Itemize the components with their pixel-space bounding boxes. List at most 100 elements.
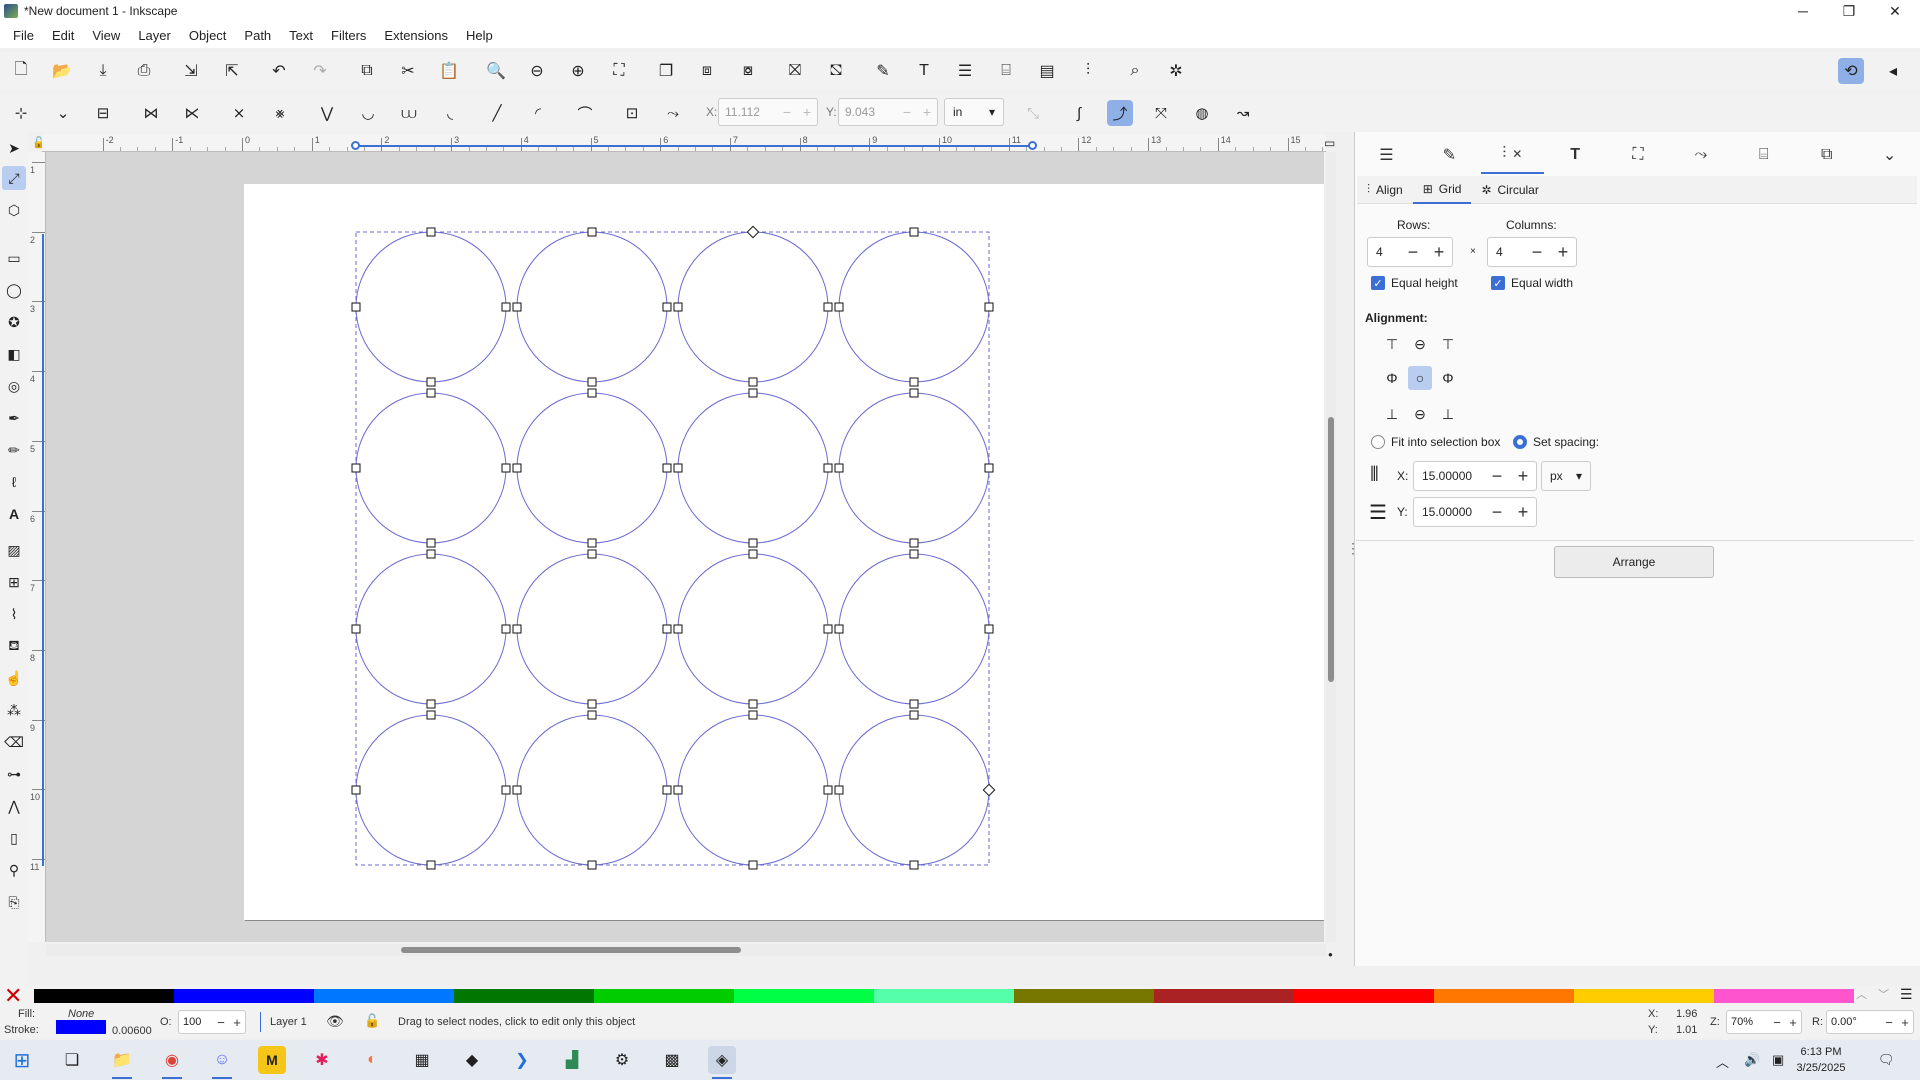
node-handle[interactable] [426,549,436,559]
node-handle[interactable] [823,624,833,634]
align-middle-right-icon[interactable]: Φ [1436,366,1460,390]
node-handle[interactable] [587,710,597,720]
measure-tool-icon[interactable]: ▯ [2,826,26,850]
text-font-tab-icon[interactable]: T [1544,136,1607,174]
node-handle[interactable] [909,860,919,870]
chart-app-icon[interactable]: ▟ [558,1046,586,1074]
columns-increment-button[interactable]: + [1550,242,1576,263]
zoom-width-icon[interactable]: ⛶ [606,58,632,84]
palette-swatch[interactable] [34,989,174,1003]
node-handle[interactable] [823,785,833,795]
auto-smooth-node-icon[interactable]: ◟ [437,100,463,126]
node-handle[interactable] [501,463,511,473]
opacity-input[interactable]: 100 − + [178,1010,246,1034]
circle-path[interactable] [677,714,829,866]
show-clip-icon[interactable]: ◍ [1189,100,1215,126]
ungroup-icon[interactable]: ⛞ [823,58,849,84]
pages-tool-icon[interactable]: ⎘ [2,890,26,914]
columns-decrement-button[interactable]: − [1524,242,1550,263]
arrange-button[interactable]: Arrange [1554,546,1714,578]
menu-text[interactable]: Text [280,28,322,43]
windows-start-icon[interactable]: ⊞ [8,1046,36,1074]
cut-icon[interactable]: ✂ [395,58,421,84]
node-handle[interactable] [673,624,683,634]
node-handle[interactable] [662,785,672,795]
stroke-color-swatch[interactable] [56,1020,106,1034]
rotation-decrement-button[interactable]: − [1881,1015,1897,1030]
node-handle[interactable] [984,624,994,634]
align-bottom-center-icon[interactable]: ⊖ [1408,402,1432,426]
node-handle[interactable] [587,699,597,709]
align-top-left-icon[interactable]: ⊤ [1380,332,1404,356]
menu-view[interactable]: View [83,28,129,43]
lpe-tool-icon[interactable]: ⋀ [2,794,26,818]
spacing-y-decrement-button[interactable]: − [1484,502,1510,523]
zoom-decrement-button[interactable]: − [1769,1015,1785,1030]
spacing-y-increment-button[interactable]: + [1510,502,1536,523]
menu-layer[interactable]: Layer [129,28,180,43]
spacing-x-decrement-button[interactable]: − [1484,466,1510,487]
palette-swatch[interactable] [1154,989,1294,1003]
snap-toggle-icon[interactable]: ⟲ [1838,58,1864,84]
node-handle[interactable] [501,785,511,795]
node-handle[interactable] [426,710,436,720]
node-handle[interactable] [673,785,683,795]
node-handle[interactable] [512,785,522,795]
snap-menu-icon[interactable]: ◂ [1880,58,1906,84]
node-handle[interactable] [426,699,436,709]
transform-tab-icon[interactable]: ⛶ [1607,136,1670,174]
circle-path[interactable] [355,231,507,383]
canvas[interactable] [46,152,1324,942]
circle-path[interactable] [677,392,829,544]
palette-swatch[interactable] [1574,989,1714,1003]
node-handle[interactable] [909,549,919,559]
palette-swatch[interactable] [1714,989,1854,1003]
node-handle[interactable] [673,463,683,473]
fill-stroke-icon[interactable]: ✎ [870,58,896,84]
path-effects-tab-icon[interactable]: ⤳ [1669,136,1732,174]
close-button[interactable]: ✕ [1872,0,1918,22]
circle-path[interactable] [355,714,507,866]
fit-selection-radio[interactable]: Fit into selection box [1371,435,1500,449]
selectors-icon[interactable]: ▤ [1034,58,1060,84]
3d-box-tool-icon[interactable]: ◧ [2,342,26,366]
node-handle[interactable] [501,624,511,634]
x-increment-button[interactable]: + [797,104,817,120]
node-handle[interactable] [587,549,597,559]
zoom-increment-button[interactable]: + [1785,1015,1801,1030]
set-spacing-radio[interactable]: Set spacing: [1513,435,1599,449]
menu-path[interactable]: Path [235,28,280,43]
shape-builder-tool-icon[interactable]: ⬡ [2,198,26,222]
gradient-tool-icon[interactable]: ▨ [2,538,26,562]
save-icon[interactable]: ⤓ [90,58,116,84]
x-coordinate-input[interactable]: 11.112 − + [718,98,818,126]
cusp-node-icon[interactable]: ⋁ [314,100,340,126]
rectangle-tool-icon[interactable]: ▭ [2,246,26,270]
layer-lock-icon[interactable]: 🔓 [364,1013,380,1029]
edit-path-effect-icon[interactable]: ∫ [1066,100,1092,126]
opacity-increment-button[interactable]: + [229,1015,245,1030]
eraser-tool-icon[interactable]: ⌫ [2,730,26,754]
tab-circular[interactable]: ✲ Circular [1471,176,1548,204]
objects-tab-icon[interactable]: ⧉ [1795,136,1858,174]
node-handle[interactable] [587,860,597,870]
slack-icon[interactable]: ✱ [308,1046,336,1074]
mesh-tool-icon[interactable]: ⊞ [2,570,26,594]
group-icon[interactable]: ⛝ [782,58,808,84]
maximize-button[interactable]: ❐ [1826,0,1872,22]
circle-path[interactable] [838,553,990,705]
join-segment-icon[interactable]: ⨯ [226,100,252,126]
node-handle[interactable] [512,463,522,473]
align-top-center-icon[interactable]: ⊖ [1408,332,1432,356]
node-handle[interactable] [426,388,436,398]
powershell-icon[interactable]: ❯ [508,1046,536,1074]
node-handle[interactable] [748,388,758,398]
circle-path[interactable] [516,553,668,705]
opacity-decrement-button[interactable]: − [213,1015,229,1030]
align-center-icon[interactable]: ○ [1408,366,1432,390]
notifications-icon[interactable]: 🗨 [1878,1052,1895,1068]
layers-tab-icon[interactable]: ☰ [1355,136,1418,174]
import-icon[interactable]: ⇲ [178,58,204,84]
palette-menu-icon[interactable]: ☰ [1900,986,1913,1003]
horizontal-scroll-thumb[interactable] [401,947,741,953]
